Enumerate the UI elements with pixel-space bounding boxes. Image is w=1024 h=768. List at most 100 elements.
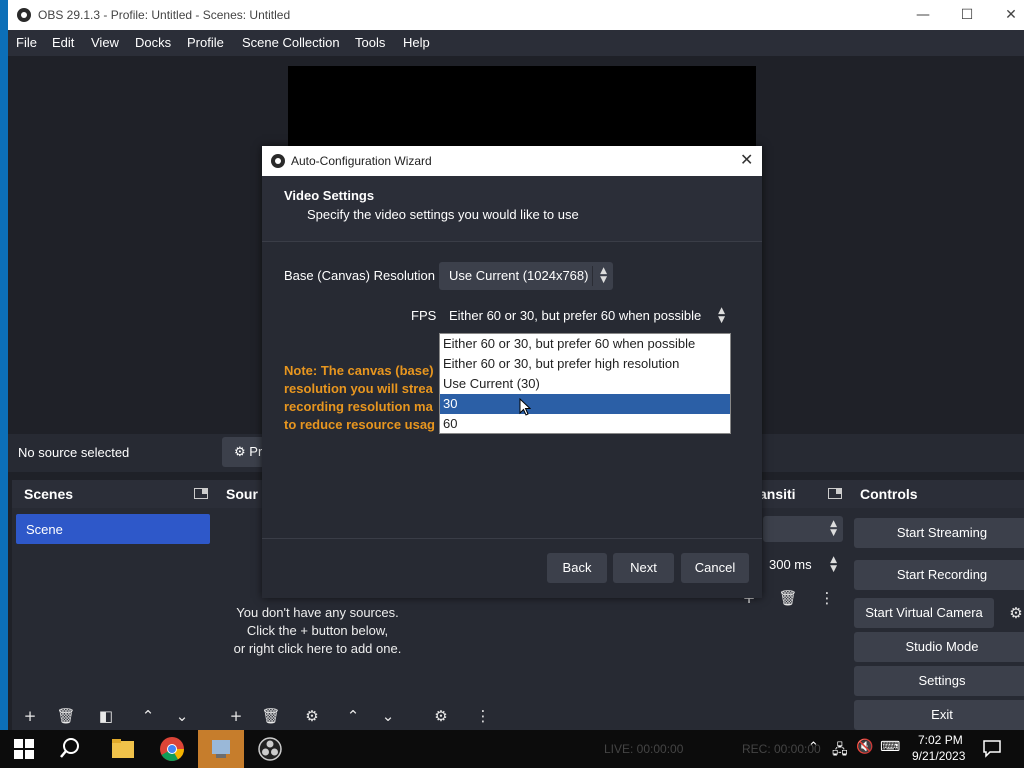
no-sources-message[interactable]: You don't have any sources. Click the + … xyxy=(214,604,421,658)
clock-date[interactable]: 9/21/2023 xyxy=(912,749,965,763)
tray-chevron-icon[interactable]: ⌃ xyxy=(808,740,819,755)
source-settings-icon[interactable]: ⚙ xyxy=(300,704,324,728)
menu-profile[interactable]: Profile xyxy=(187,35,224,50)
no-sources-line-2: Click the + button below, xyxy=(246,623,389,638)
wizard-close-button[interactable]: ✕ xyxy=(740,150,754,169)
network-icon[interactable]: 🖧 xyxy=(832,739,848,763)
clock-time[interactable]: 7:02 PM xyxy=(918,733,963,747)
next-button[interactable]: Next xyxy=(613,553,674,583)
window-title: OBS 29.1.3 - Profile: Untitled - Scenes:… xyxy=(38,8,291,22)
file-explorer-icon[interactable] xyxy=(110,736,136,762)
obs-taskbar-icon[interactable] xyxy=(257,736,283,762)
search-icon[interactable] xyxy=(60,736,86,762)
mixer-settings-icon[interactable]: ⚙ xyxy=(429,704,453,728)
source-down-icon[interactable]: ⌄ xyxy=(376,704,400,728)
menu-tools[interactable]: Tools xyxy=(355,35,385,50)
wizard-header: Video Settings Specify the video setting… xyxy=(262,176,762,242)
active-app-highlight[interactable] xyxy=(198,730,244,768)
close-button[interactable]: ✕ xyxy=(993,4,1024,26)
fps-select[interactable]: Either 60 or 30, but prefer 60 when poss… xyxy=(439,302,731,330)
controls-title: Controls xyxy=(860,486,918,502)
mixer-menu-icon[interactable]: ⋮ xyxy=(471,704,495,728)
controls-dock: Controls Start Streaming Start Recording… xyxy=(848,480,1024,730)
notifications-icon[interactable] xyxy=(982,738,1002,758)
volume-muted-icon[interactable]: 🔇 xyxy=(856,739,873,755)
wizard-title-bar: Auto-Configuration Wizard ✕ xyxy=(262,146,762,176)
resolution-note: Note: The canvas (base) resolution you w… xyxy=(284,363,435,432)
keyboard-icon[interactable]: ⌨ xyxy=(880,739,900,755)
mouse-cursor-icon xyxy=(519,398,531,416)
remove-scene-icon[interactable]: 🗑 xyxy=(54,704,78,728)
duration-spinbox[interactable]: 300 ms ▲ ▼ xyxy=(763,552,843,578)
transition-menu-icon[interactable]: ⋮ xyxy=(815,586,839,610)
settings-button[interactable]: Settings xyxy=(854,666,1024,696)
obs-logo-icon xyxy=(17,8,31,22)
undock-icon[interactable] xyxy=(194,488,208,499)
scene-filter-icon[interactable]: ◧ xyxy=(94,704,118,728)
add-source-icon[interactable]: + xyxy=(224,704,248,728)
resolution-select[interactable]: Use Current (1024x768) ▲ ▼ xyxy=(439,262,613,290)
combo-separator xyxy=(592,266,593,286)
sources-title: Sour xyxy=(226,486,258,502)
wizard-heading: Video Settings xyxy=(284,188,375,203)
undock-transitions-icon[interactable] xyxy=(828,488,842,499)
no-source-label: No source selected xyxy=(18,445,130,460)
fps-value: Either 60 or 30, but prefer 60 when poss… xyxy=(449,308,702,323)
start-virtual-camera-button[interactable]: Start Virtual Camera xyxy=(854,598,994,628)
remove-source-icon[interactable]: 🗑 xyxy=(259,704,283,728)
fps-option[interactable]: Either 60 or 30, but prefer high resolut… xyxy=(440,354,730,374)
installer-app-icon xyxy=(212,740,230,758)
start-streaming-button[interactable]: Start Streaming xyxy=(854,518,1024,548)
move-down-icon[interactable]: ⌄ xyxy=(170,704,194,728)
wizard-subheading: Specify the video settings you would lik… xyxy=(307,207,579,222)
menu-help[interactable]: Help xyxy=(403,35,430,50)
resolution-label: Base (Canvas) Resolution xyxy=(284,268,436,283)
source-up-icon[interactable]: ⌃ xyxy=(341,704,365,728)
scenes-toolbar: + 🗑 ◧ ⌃ ⌄ xyxy=(12,700,214,730)
scenes-dock: Scenes Scene + 🗑 ◧ ⌃ ⌄ xyxy=(12,480,214,730)
transitions-title: ansiti xyxy=(759,486,796,502)
menu-file[interactable]: File xyxy=(16,35,37,50)
scene-list-item[interactable]: Scene xyxy=(16,514,210,544)
properties-label: Pr xyxy=(249,444,263,459)
controls-dock-title: Controls xyxy=(848,480,1024,508)
sources-toolbar: + 🗑 ⚙ ⌃ ⌄ xyxy=(214,700,421,730)
scenes-title: Scenes xyxy=(24,486,74,502)
menu-bar: File Edit View Docks Profile Scene Colle… xyxy=(8,30,1024,56)
wizard-title: Auto-Configuration Wizard xyxy=(291,154,432,168)
obs-live-status: LIVE: 00:00:00 xyxy=(604,742,684,756)
move-up-icon[interactable]: ⌃ xyxy=(136,704,160,728)
exit-button[interactable]: Exit xyxy=(854,700,1024,730)
cancel-button[interactable]: Cancel xyxy=(681,553,749,583)
audio-mixer-toolbar: ⚙ ⋮ xyxy=(421,700,691,730)
scenes-dock-title: Scenes xyxy=(12,480,214,508)
transition-select[interactable]: ▲ ▼ xyxy=(763,516,843,542)
duration-arrows[interactable]: ▲ ▼ xyxy=(830,556,837,574)
back-button[interactable]: Back xyxy=(547,553,607,583)
properties-button[interactable]: ⚙ Pr xyxy=(222,437,266,467)
menu-view[interactable]: View xyxy=(91,35,119,50)
fps-option[interactable]: 60 xyxy=(440,414,730,434)
virtual-camera-settings-icon[interactable]: ⚙ xyxy=(1004,601,1024,625)
chrome-icon[interactable] xyxy=(159,736,185,762)
transition-select-arrows: ▲ ▼ xyxy=(830,519,837,538)
add-scene-icon[interactable]: + xyxy=(18,704,42,728)
gear-icon: ⚙ xyxy=(234,445,246,460)
maximize-button[interactable]: ☐ xyxy=(949,4,985,26)
studio-mode-button[interactable]: Studio Mode xyxy=(854,632,1024,662)
preview-canvas[interactable] xyxy=(288,66,756,146)
title-bar: OBS 29.1.3 - Profile: Untitled - Scenes:… xyxy=(8,0,1024,30)
menu-scene-collection[interactable]: Scene Collection xyxy=(242,35,340,50)
start-recording-button[interactable]: Start Recording xyxy=(854,560,1024,590)
resolution-value: Use Current (1024x768) xyxy=(449,268,589,283)
fps-option[interactable]: Either 60 or 30, but prefer 60 when poss… xyxy=(440,334,730,354)
duration-value: 300 ms xyxy=(769,557,812,572)
menu-docks[interactable]: Docks xyxy=(135,35,171,50)
minimize-button[interactable]: — xyxy=(905,4,941,26)
fps-option[interactable]: Use Current (30) xyxy=(440,374,730,394)
fps-option-highlighted[interactable]: 30 xyxy=(440,394,730,414)
menu-edit[interactable]: Edit xyxy=(52,35,74,50)
no-sources-line-3: or right click here to add one. xyxy=(233,641,402,656)
windows-start-icon[interactable] xyxy=(14,739,34,759)
remove-transition-icon[interactable]: 🗑 xyxy=(776,586,800,610)
